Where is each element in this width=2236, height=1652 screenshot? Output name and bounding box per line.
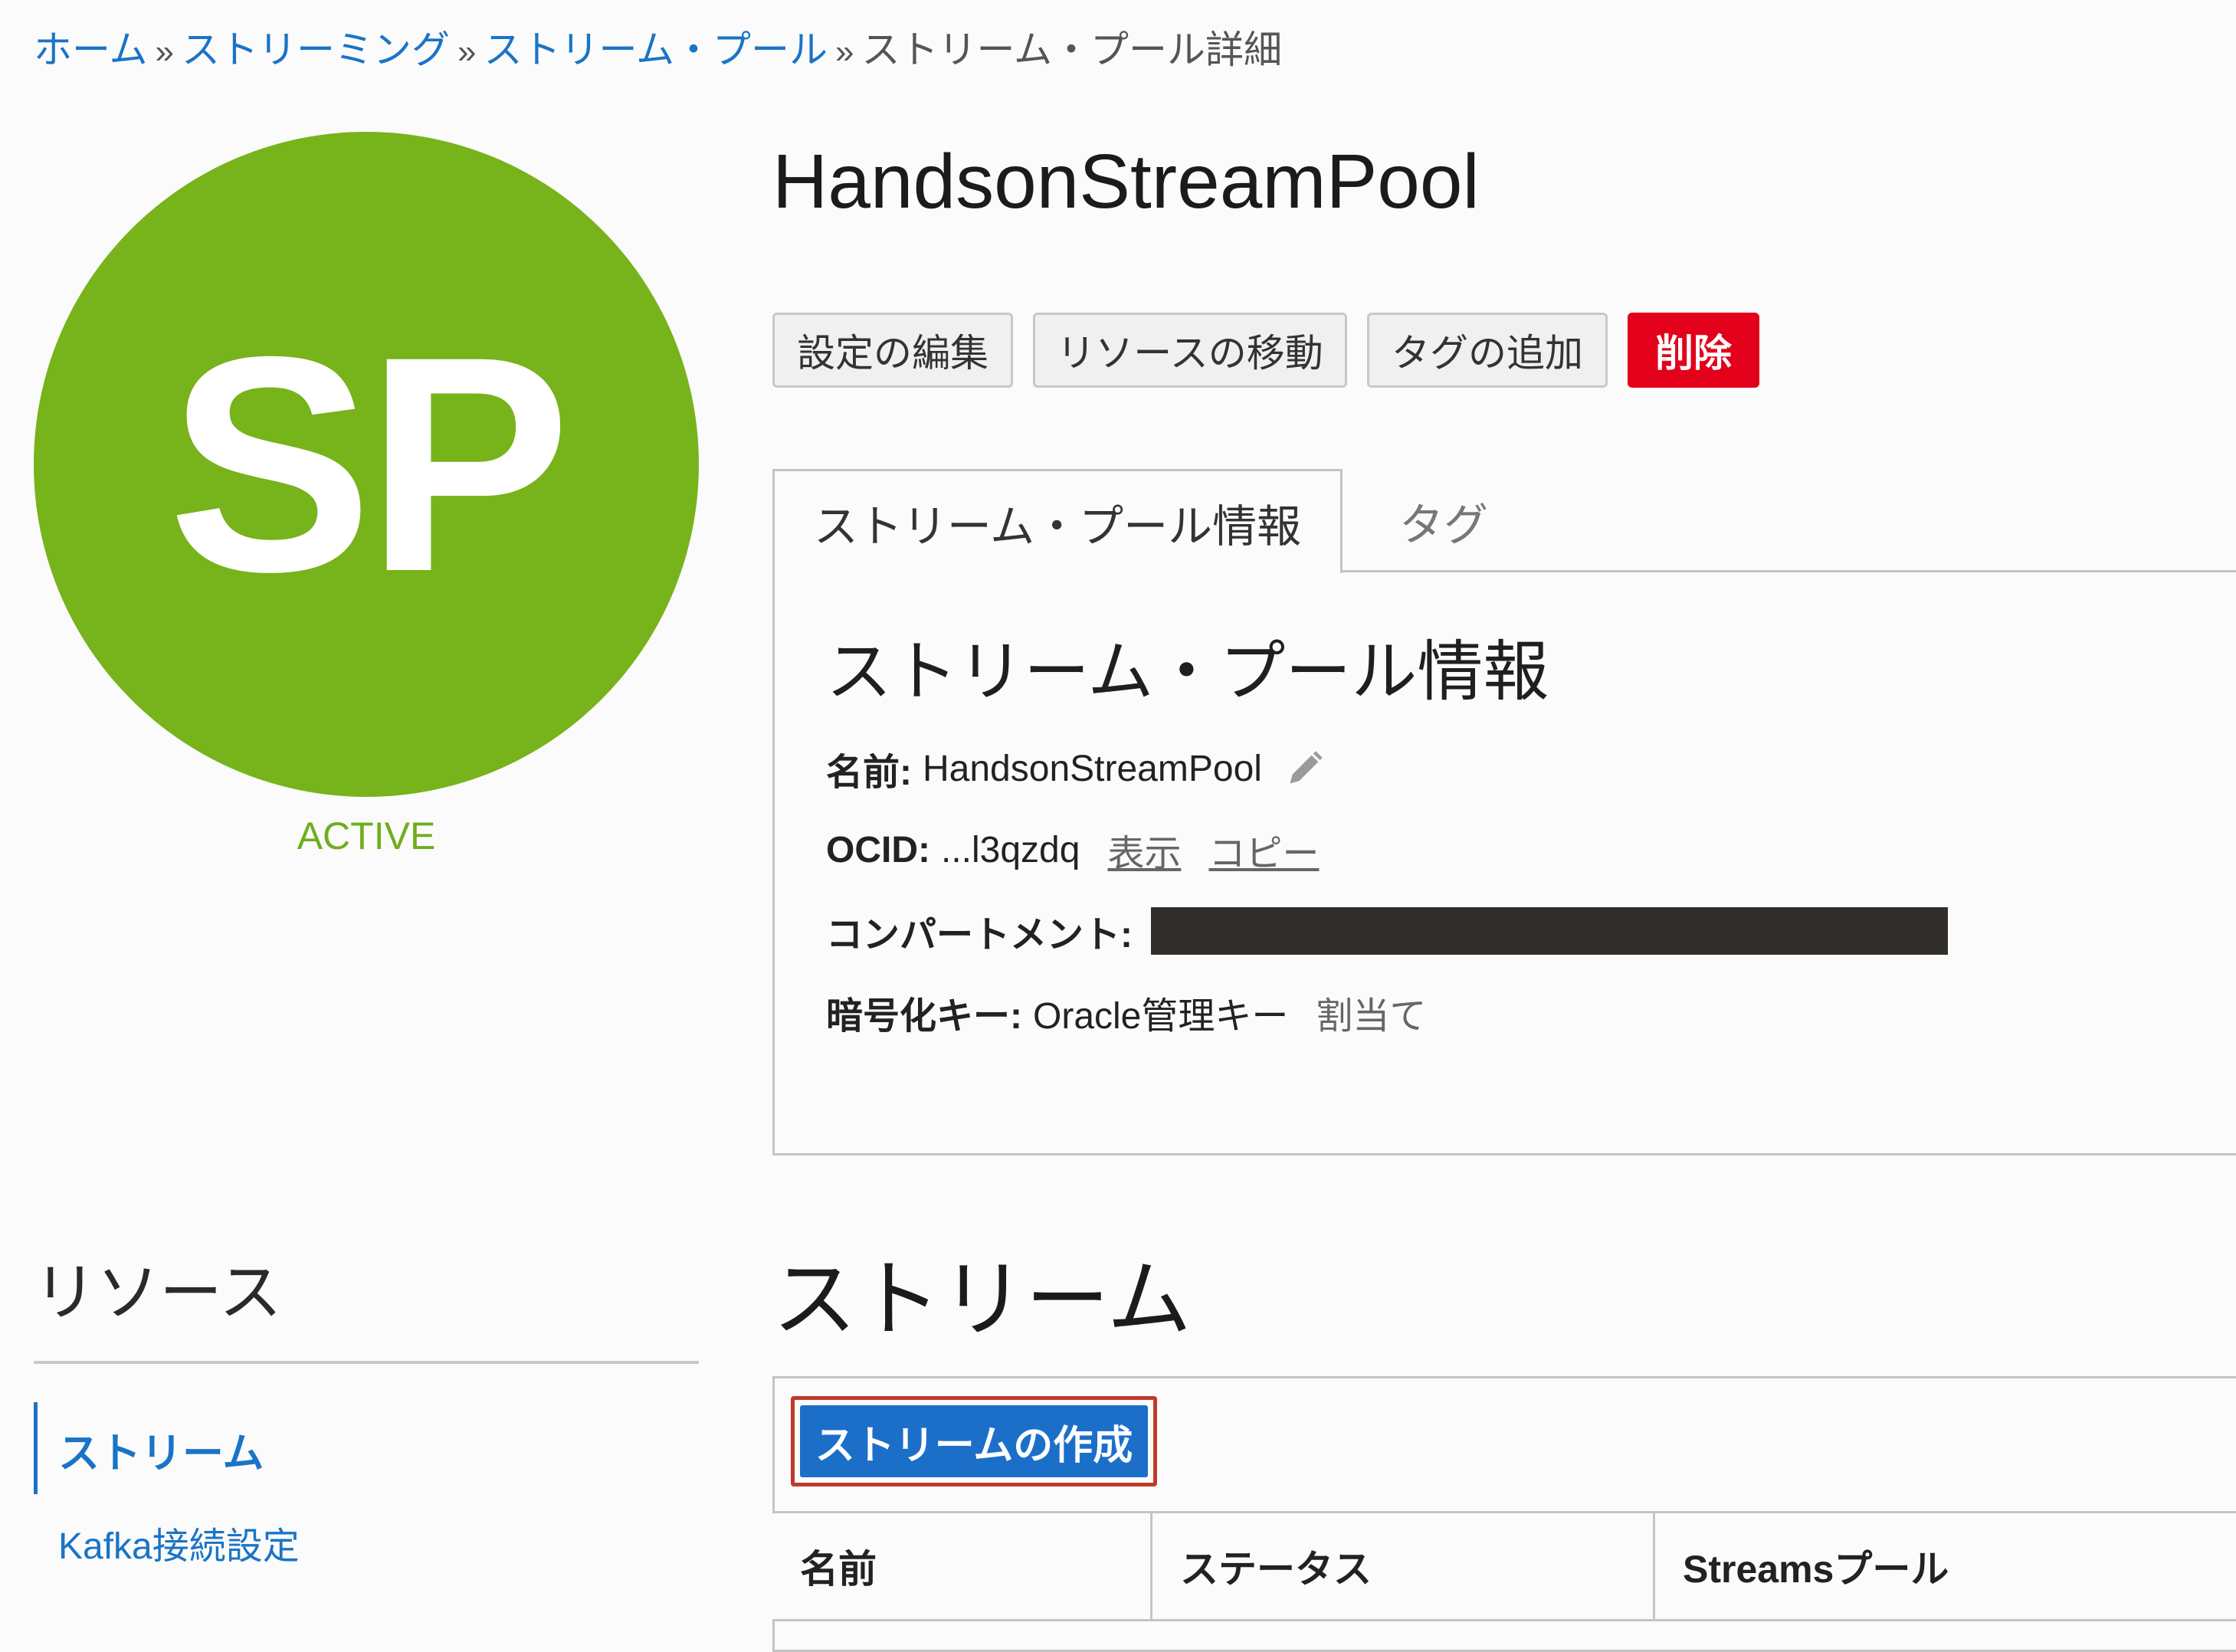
name-row: 名前: HandsonStreamPool <box>826 742 1325 795</box>
breadcrumb-separator: » <box>457 33 477 70</box>
breadcrumb-current: ストリーム・プール詳細 <box>861 28 1282 71</box>
breadcrumb-stream-pools-link[interactable]: ストリーム・プール <box>484 28 828 71</box>
create-stream-button[interactable]: ストリームの作成 <box>800 1405 1148 1477</box>
avatar: SP <box>34 132 699 797</box>
ocid-label: OCID: <box>826 829 930 870</box>
name-value: HandsonStreamPool <box>923 748 1262 789</box>
sidebar-item-kafka-settings[interactable]: Kafka接続設定 <box>58 1516 300 1569</box>
ocid-show-link[interactable]: 表示 <box>1107 823 1181 877</box>
tab-stream-pool-info[interactable]: ストリーム・プール情報 <box>772 469 1343 573</box>
page-title: HandsonStreamPool <box>772 139 1480 225</box>
delete-button[interactable]: 削除 <box>1628 313 1759 388</box>
breadcrumb-home-link[interactable]: ホーム <box>34 28 148 71</box>
status-badge: ACTIVE <box>297 815 436 857</box>
column-header-name[interactable]: 名前 <box>772 1511 1152 1621</box>
redacted-compartment-value <box>1151 907 1948 955</box>
streams-heading: ストリーム <box>772 1253 1192 1347</box>
breadcrumb-separator: » <box>155 33 174 70</box>
compartment-row: コンパートメント: <box>826 904 1948 958</box>
breadcrumb: ホーム» ストリーミング» ストリーム・プール» ストリーム・プール詳細 <box>34 23 1282 79</box>
add-tags-button[interactable]: タグの追加 <box>1367 313 1608 388</box>
column-header-status[interactable]: ステータス <box>1152 1511 1655 1621</box>
encryption-key-value: Oracle管理キー <box>1033 996 1289 1037</box>
info-heading: ストリーム・プール情報 <box>826 635 1549 709</box>
ocid-value: ...l3qzdq <box>940 829 1080 870</box>
breadcrumb-separator: » <box>834 33 854 70</box>
sidebar-item-streams[interactable]: ストリーム <box>58 1419 264 1480</box>
column-header-streams-pool[interactable]: Streamsプール <box>1655 1511 2236 1621</box>
active-indicator <box>34 1402 38 1494</box>
avatar-initials: SP <box>168 293 571 635</box>
encryption-key-row: 暗号化キー: Oracle管理キー 割当て <box>826 985 1426 1039</box>
tab-tags[interactable]: タグ <box>1399 469 1488 573</box>
name-label: 名前: <box>826 752 912 793</box>
breadcrumb-streaming-link[interactable]: ストリーミング <box>182 28 450 71</box>
edit-settings-button[interactable]: 設定の編集 <box>772 313 1013 388</box>
encryption-key-label: 暗号化キー: <box>826 996 1022 1037</box>
ocid-row: OCID: ...l3qzdq 表示 コピー <box>826 823 1319 877</box>
pencil-icon[interactable] <box>1285 749 1325 788</box>
assign-key-link[interactable]: 割当て <box>1316 985 1426 1039</box>
compartment-label: コンパートメント: <box>826 915 1133 955</box>
ocid-copy-link[interactable]: コピー <box>1208 823 1319 877</box>
resources-title: リソース <box>34 1258 282 1328</box>
resources-divider <box>34 1361 699 1364</box>
move-resource-button[interactable]: リソースの移動 <box>1033 313 1347 388</box>
